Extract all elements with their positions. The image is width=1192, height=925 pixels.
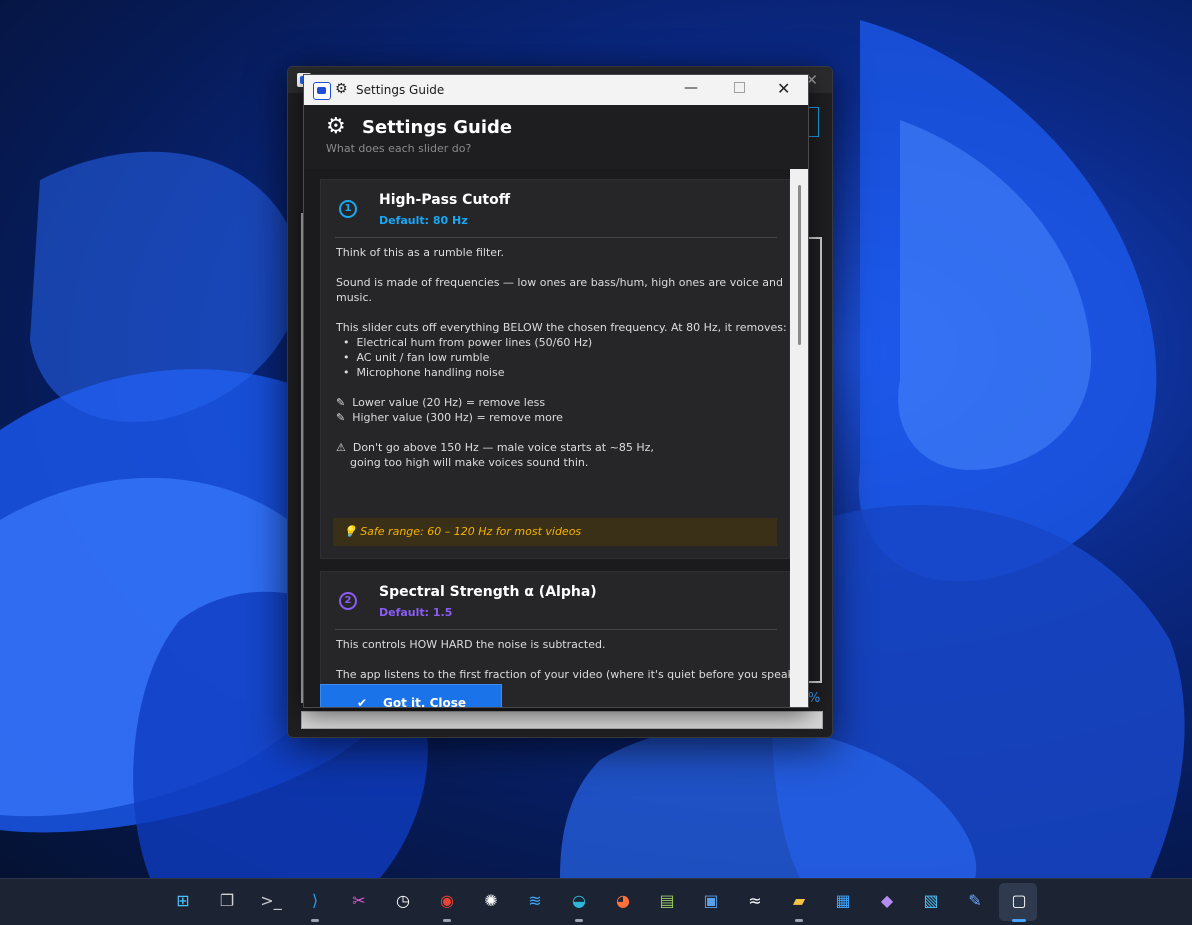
card-divider xyxy=(335,629,777,630)
chrome-icon[interactable]: ◉ xyxy=(434,889,460,915)
screen-capture-icon[interactable]: ▧ xyxy=(918,889,944,915)
snipping-tool-icon[interactable]: ✂ xyxy=(346,889,372,915)
card-body-line: ⚠ Don't go above 150 Hz — male voice sta… xyxy=(336,441,654,454)
store-icon[interactable]: ▦ xyxy=(830,889,856,915)
header-gear-icon: ⚙ xyxy=(326,114,346,139)
store-icon-glyph: ▦ xyxy=(835,891,851,910)
running-indicator xyxy=(795,919,803,922)
firefox-icon-glyph: ◕ xyxy=(616,891,630,910)
taskbar: ⊞ ❐ >_ ⟩ ✂ ◷ ◉ ✺ ≋ ◒ ◕ ▤ ▣ ≈ ▰ ▦ ◆ ▧ ✎ ▢ xyxy=(0,878,1192,925)
window-title: Settings Guide xyxy=(356,83,445,97)
got-it-close-button[interactable]: ✔ Got it, Close xyxy=(320,684,502,708)
background-panel-frame xyxy=(808,237,822,683)
card-number-badge: 2 xyxy=(339,592,357,610)
card-body-line: The app listens to the first fraction of… xyxy=(336,668,799,681)
notepad-icon-glyph: ▤ xyxy=(659,891,675,910)
vscode-icon-glyph: ⟩ xyxy=(311,891,319,910)
background-percent-text: % xyxy=(808,691,821,706)
card-default-value: Default: 80 Hz xyxy=(379,214,468,227)
card-body-line: • Electrical hum from power lines (50/60… xyxy=(336,336,593,349)
card-body-line: music. xyxy=(336,291,373,304)
minimize-button[interactable]: — xyxy=(684,80,698,96)
running-indicator xyxy=(311,919,319,922)
remote-desktop-icon-glyph: ▣ xyxy=(703,891,719,910)
card-body-line: This slider cuts off everything BELOW th… xyxy=(336,321,787,334)
card-title: Spectral Strength α (Alpha) xyxy=(379,584,597,600)
clock-icon-glyph: ◷ xyxy=(396,891,410,910)
high-pass-card: 1 High-Pass Cutoff Default: 80 Hz Think … xyxy=(320,179,790,559)
pen-app-icon[interactable]: ✎ xyxy=(962,889,988,915)
visual-studio-icon-glyph: ◆ xyxy=(880,891,894,910)
terminal-icon-glyph: >_ xyxy=(260,891,282,910)
vscode-icon[interactable]: ⟩ xyxy=(302,889,328,915)
denoiser-app-icon-glyph: ▢ xyxy=(1011,891,1027,910)
task-view-icon-glyph: ❐ xyxy=(219,891,235,910)
task-view-icon[interactable]: ❐ xyxy=(214,889,240,915)
sync-app-icon-glyph: ≋ xyxy=(528,891,542,910)
start-icon-glyph: ⊞ xyxy=(176,891,190,910)
dialog-header: ⚙ Settings Guide What does each slider d… xyxy=(304,105,808,169)
got-it-label: Got it, Close xyxy=(383,696,467,708)
aperture-icon[interactable]: ✺ xyxy=(478,889,504,915)
background-input-frame xyxy=(808,107,819,137)
header-subtitle: What does each slider do? xyxy=(326,142,472,155)
visual-studio-icon[interactable]: ◆ xyxy=(874,889,900,915)
card-body-line: Think of this as a rumble filter. xyxy=(336,246,505,259)
wifi-analyzer-icon[interactable]: ≈ xyxy=(742,889,768,915)
running-indicator xyxy=(1012,919,1026,922)
running-indicator xyxy=(443,919,451,922)
wifi-analyzer-icon-glyph: ≈ xyxy=(748,891,762,910)
close-button[interactable]: ✕ xyxy=(777,79,790,98)
card-number-badge: 1 xyxy=(339,200,357,218)
start-icon[interactable]: ⊞ xyxy=(170,889,196,915)
card-body-line: going too high will make voices sound th… xyxy=(336,456,589,469)
file-explorer-icon[interactable]: ▰ xyxy=(786,889,812,915)
denoiser-app-icon[interactable]: ▢ xyxy=(1006,889,1032,915)
background-progress-bar xyxy=(301,711,823,729)
card-default-value: Default: 1.5 xyxy=(379,606,453,619)
scrollbar-thumb[interactable] xyxy=(798,185,801,345)
gear-icon: ⚙ xyxy=(335,81,348,97)
card-body-line: This controls HOW HARD the noise is subt… xyxy=(336,638,606,651)
file-explorer-icon-glyph: ▰ xyxy=(792,891,806,910)
edge-icon-glyph: ◒ xyxy=(572,891,586,910)
tip-text: 💡 Safe range: 60 – 120 Hz for most video… xyxy=(343,525,582,538)
remote-desktop-icon[interactable]: ▣ xyxy=(698,889,724,915)
card-divider xyxy=(335,237,777,238)
card-body-line: ✎ Lower value (20 Hz) = remove less xyxy=(336,396,546,409)
safe-range-tip: 💡 Safe range: 60 – 120 Hz for most video… xyxy=(333,518,777,546)
pen-app-icon-glyph: ✎ xyxy=(968,891,982,910)
running-indicator xyxy=(575,919,583,922)
dialog-titlebar[interactable]: ⚙ Settings Guide — ✕ xyxy=(304,75,808,105)
card-title: High-Pass Cutoff xyxy=(379,192,511,208)
notepad-icon[interactable]: ▤ xyxy=(654,889,680,915)
settings-guide-dialog: ⚙ Settings Guide — ✕ ⚙ Settings Guide Wh… xyxy=(303,74,809,708)
edge-icon[interactable]: ◒ xyxy=(566,889,592,915)
sync-app-icon[interactable]: ≋ xyxy=(522,889,548,915)
terminal-icon[interactable]: >_ xyxy=(258,889,284,915)
aperture-icon-glyph: ✺ xyxy=(484,891,498,910)
card-body-line: Sound is made of frequencies — low ones … xyxy=(336,276,783,289)
card-body-line: ✎ Higher value (300 Hz) = remove more xyxy=(336,411,563,424)
chrome-icon-glyph: ◉ xyxy=(440,891,454,910)
card-body-line: • Microphone handling noise xyxy=(336,366,505,379)
maximize-button[interactable] xyxy=(734,82,745,93)
app-icon xyxy=(313,82,331,100)
screen-capture-icon-glyph: ▧ xyxy=(923,891,939,910)
clock-icon[interactable]: ◷ xyxy=(390,889,416,915)
card-body-line: • AC unit / fan low rumble xyxy=(336,351,490,364)
vertical-scrollbar[interactable] xyxy=(790,169,808,707)
header-title: Settings Guide xyxy=(362,117,513,138)
guide-scroll-area[interactable]: 1 High-Pass Cutoff Default: 80 Hz Think … xyxy=(304,169,808,707)
firefox-icon[interactable]: ◕ xyxy=(610,889,636,915)
checkmark-icon: ✔ xyxy=(357,696,368,708)
snipping-tool-icon-glyph: ✂ xyxy=(352,891,366,910)
